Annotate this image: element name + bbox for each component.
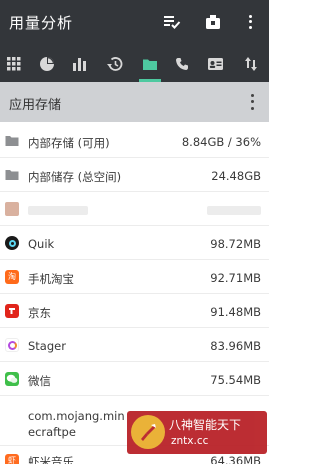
wechat-app-icon [5, 372, 19, 386]
phone-icon [176, 58, 188, 70]
folder-icon [5, 168, 19, 182]
app-size: 75.54MB [210, 373, 261, 387]
app-name: 京东 [28, 306, 51, 320]
quik-app-icon [5, 236, 19, 250]
app-bar: 用量分析 [0, 0, 269, 46]
app-name: 微信 [28, 374, 51, 388]
pie-chart-icon [40, 57, 54, 71]
tab-grid[interactable] [3, 53, 25, 75]
storage-size: 24.48GB [211, 169, 261, 183]
checklist-icon[interactable] [162, 12, 182, 32]
storage-size: 8.84GB / 36% [181, 135, 261, 149]
bar-chart-icon [73, 58, 86, 71]
app-name: Stager [28, 339, 66, 353]
app-name: 手机淘宝 [28, 272, 74, 286]
contact-card-icon [207, 58, 223, 70]
app-size: 91.48MB [210, 305, 261, 319]
folder-icon [143, 59, 157, 70]
app-title: 用量分析 [9, 14, 74, 32]
app-size: 83.96MB [210, 339, 261, 353]
section-title: 应用存储 [9, 98, 62, 113]
app-size: 64.36MB [210, 454, 261, 464]
jd-app-icon [5, 304, 19, 318]
xiami-app-icon: 虾 [5, 454, 19, 464]
grid-icon [7, 57, 21, 71]
list-item[interactable]: Quik 98.72MB [0, 228, 269, 260]
tab-folder[interactable] [139, 53, 161, 75]
storage-name: 内部储存 (总空间) [28, 170, 122, 184]
blurred-app-icon [5, 202, 19, 216]
overflow-menu-icon[interactable] [240, 12, 260, 32]
app-size: 92.71MB [210, 271, 261, 285]
storage-name: 内部存储 (可用) [28, 136, 110, 150]
tab-sort[interactable] [240, 53, 262, 75]
tab-pie-chart[interactable] [36, 53, 58, 75]
list-item[interactable]: 内部存储 (可用) 8.84GB / 36% [0, 126, 269, 158]
watermark-url: zntx.cc [171, 435, 209, 447]
blurred-app-name [28, 206, 88, 215]
section-header: 应用存储 [0, 82, 269, 122]
sort-arrows-icon [245, 57, 257, 71]
list-item[interactable]: 京东 91.48MB [0, 296, 269, 328]
tab-history[interactable] [103, 53, 125, 75]
list-item[interactable]: 微信 75.54MB [0, 364, 269, 396]
stager-app-icon [5, 338, 19, 352]
list-item[interactable] [0, 194, 269, 226]
list-item[interactable]: 淘 手机淘宝 92.71MB [0, 262, 269, 294]
app-size: 98.72MB [210, 237, 261, 251]
tab-bar-chart[interactable] [69, 53, 91, 75]
watermark-title: 八神智能天下 [169, 418, 242, 432]
app-name: Quik [28, 237, 55, 251]
list-item[interactable]: Stager 83.96MB [0, 330, 269, 362]
list-item[interactable]: 内部储存 (总空间) 24.48GB [0, 160, 269, 192]
folder-icon [5, 134, 19, 148]
watermark-logo-icon [131, 415, 165, 449]
tab-phone[interactable] [171, 53, 193, 75]
minecraft-app-icon [5, 406, 19, 420]
section-overflow-menu-icon[interactable] [247, 92, 257, 112]
tab-bar [0, 46, 269, 82]
taobao-app-icon: 淘 [5, 270, 19, 284]
tab-contact-card[interactable] [204, 53, 226, 75]
package-icon[interactable] [203, 12, 223, 32]
watermark: 八神智能天下 zntx.cc [127, 411, 267, 454]
blurred-app-size [207, 206, 261, 215]
history-icon [106, 57, 122, 71]
app-name: 虾米音乐 [28, 455, 74, 464]
app-name: com.mojang.minecraftpe [28, 409, 125, 439]
